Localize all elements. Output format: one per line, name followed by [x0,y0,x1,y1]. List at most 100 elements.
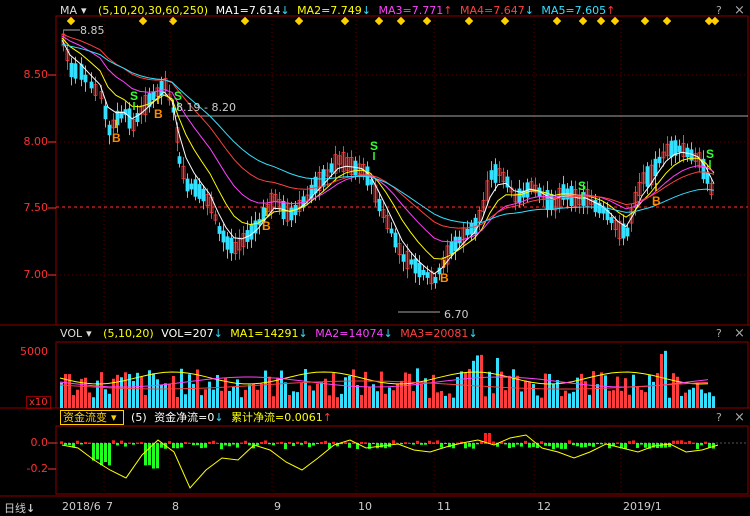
candle [69,62,74,78]
volume-bar [252,383,255,408]
flow-bar [220,443,223,450]
flow-bar [244,440,247,444]
range-label: 8.19 - 8.20 [176,101,236,114]
candle [401,254,406,262]
flow-bar [504,443,507,445]
volume-bar [536,395,539,408]
flow-bar [68,443,71,446]
flow-bar [192,443,195,446]
volume-bar [184,394,187,408]
flow-selector[interactable]: 资金流变 ▾ [60,410,124,425]
flow-bar [560,443,563,449]
vol-ma1: MA1=14291 [230,327,299,340]
volume-bar [392,390,395,408]
flow-bar [176,443,179,449]
candle [329,163,334,173]
flow-bar [508,443,511,449]
volume-bar [564,390,567,408]
price-tick: 8.50 [23,68,49,81]
volume-bar [528,381,531,408]
candle [685,147,690,158]
candle [313,176,318,194]
flow-bar [348,443,351,448]
flow-bar [488,433,491,444]
candle [657,156,662,164]
volume-bar [516,375,519,408]
help-icon[interactable]: ? [716,327,722,340]
volume-bar [480,354,483,408]
candle [217,226,222,234]
volume-bar [460,371,463,408]
vol-selector[interactable]: VOL ▾ [60,327,96,340]
price-tick: 8.00 [23,135,49,148]
down-arrow-icon: ↓ [26,502,36,515]
volume-bar [380,371,383,408]
candle [193,179,198,197]
volume-bar [364,371,367,408]
volume-bar [436,392,439,408]
volume-bar [208,381,211,408]
candle [377,198,382,212]
help-icon[interactable]: ? [716,411,722,424]
volume-bar [552,384,555,408]
flow-bar [80,443,83,445]
vol-tick: 5000 [20,345,48,358]
volume-bar [188,374,191,408]
buy-signal-marker: B [154,107,163,121]
close-icon[interactable]: × [734,326,745,341]
volume-bar [680,395,683,408]
flow-bar [704,441,707,444]
flow-bar [600,443,603,445]
candle [705,172,710,184]
flow-bar [412,443,415,445]
date-label: 12 [537,500,551,513]
flow-bar [688,440,691,444]
period-selector[interactable]: 日线↓ [4,500,35,516]
flow-bar [360,441,363,444]
sell-signal-marker: S [578,179,586,193]
candle [625,227,630,237]
flow-bar [260,442,263,444]
candle [225,236,230,250]
flow-bar [172,443,175,449]
date-label: 8 [172,500,179,513]
main-panel-border [55,15,749,326]
volume-bar [636,386,639,408]
volume-bar [192,383,195,408]
flow-bar [616,442,619,444]
flow-bar [428,440,431,444]
volume-bar [124,372,127,408]
volume-bar [432,374,435,408]
flow-bar [208,441,211,444]
volume-bar [624,378,627,408]
volume-bar [548,373,551,408]
flow-bar [572,443,575,446]
flow-bar [132,443,135,445]
flow-bar [528,443,531,448]
volume-bar [76,389,79,408]
volume-bar [328,395,331,408]
volume-bar [440,390,443,408]
flow-bar [680,440,683,444]
stock-chart-canvas[interactable]: BSBSBSBSBS [0,0,750,516]
volume-bar [224,377,227,408]
volume-bar [596,384,599,408]
date-label: 2018/6 [62,500,101,513]
volume-bar [72,395,75,408]
volume-bar [352,369,355,408]
flow-bar [376,443,379,449]
volume-bar [344,377,347,408]
flow-bar [224,443,227,446]
volume-bar [384,393,387,408]
sell-signal-marker: S [706,147,714,161]
volume-bar [524,380,527,408]
candle [289,207,294,221]
candle [469,223,474,235]
volume-bar [204,389,207,408]
volume-bar [156,379,159,408]
volume-bar [684,392,687,408]
close-icon[interactable]: × [734,410,745,425]
volume-bar [428,397,431,408]
volume-indicator-header: VOL ▾ (5,10,20) VOL=207↓ MA1=14291↓ MA2=1… [60,327,482,341]
high-price-label: 8.85 [80,24,105,37]
